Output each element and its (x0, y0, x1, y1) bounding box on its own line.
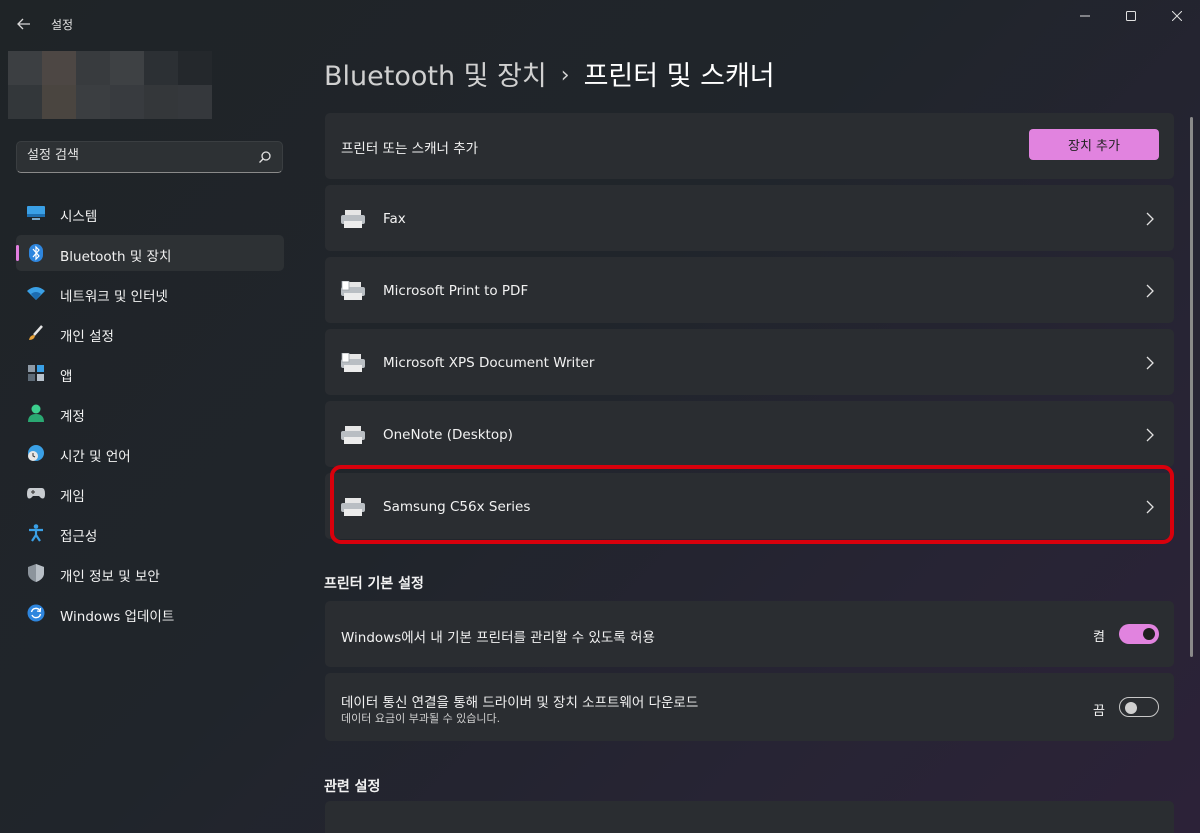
monitor-icon (27, 204, 45, 222)
maximize-button[interactable] (1108, 0, 1154, 32)
apps-icon (27, 364, 45, 382)
account-icon (27, 404, 45, 422)
printer-name: Fax (383, 211, 406, 227)
close-icon (1172, 11, 1182, 21)
brush-icon (27, 324, 45, 342)
printer-icon (341, 426, 365, 444)
sidebar-item-label: Bluetooth 및 장치 (60, 249, 172, 265)
section-title-printer-prefs: 프린터 기본 설정 (324, 576, 424, 592)
sidebar-item-label: 시스템 (60, 209, 98, 225)
sidebar-item-label: 개인 설정 (60, 329, 114, 345)
section-title-related: 관련 설정 (324, 779, 381, 795)
toggle-knob (1143, 628, 1155, 640)
pref-sublabel: 데이터 요금이 부과될 수 있습니다. (341, 712, 501, 725)
sidebar-item-label: 앱 (60, 369, 73, 385)
sidebar-item-label: 계정 (60, 409, 85, 425)
breadcrumb-separator: › (560, 63, 570, 88)
printer-name: Microsoft XPS Document Writer (383, 355, 595, 371)
search-input[interactable] (27, 148, 247, 163)
sidebar-item-network[interactable]: 네트워크 및 인터넷 (16, 275, 284, 311)
sidebar-item-gaming[interactable]: 게임 (16, 475, 284, 511)
minimize-icon (1080, 15, 1090, 17)
bluetooth-icon (27, 244, 45, 262)
chevron-right-icon (1146, 284, 1154, 298)
close-button[interactable] (1154, 0, 1200, 32)
app-title: 설정 (51, 18, 74, 32)
minimize-button[interactable] (1062, 0, 1108, 32)
scrollbar[interactable] (1190, 117, 1193, 657)
chevron-right-icon (1146, 356, 1154, 370)
toggle-knob (1125, 702, 1137, 714)
printer-row-fax[interactable]: Fax (325, 185, 1174, 251)
printer-icon (341, 210, 365, 228)
search-box[interactable] (16, 141, 283, 173)
title-bar: 설정 (0, 0, 1200, 46)
wifi-icon (27, 284, 45, 302)
add-printer-label: 프린터 또는 스캐너 추가 (341, 141, 479, 157)
maximize-icon (1126, 11, 1136, 21)
sidebar-item-label: 게임 (60, 489, 85, 505)
metered-download-toggle[interactable] (1119, 697, 1159, 717)
toggle-state-label: 켬 (1093, 630, 1105, 645)
update-icon (27, 604, 45, 622)
highlight-outline (330, 465, 1174, 544)
sidebar-nav: 시스템 Bluetooth 및 장치 네트워크 및 인터넷 개인 설정 앱 계정… (16, 195, 284, 635)
sidebar-item-system[interactable]: 시스템 (16, 195, 284, 231)
globe-clock-icon (27, 444, 45, 462)
chevron-right-icon (1146, 428, 1154, 442)
sidebar-item-label: 접근성 (60, 529, 98, 545)
accessibility-icon (27, 524, 45, 542)
shield-icon (27, 564, 45, 582)
related-settings-card[interactable] (325, 801, 1174, 833)
sidebar-item-label: Windows 업데이트 (60, 609, 175, 625)
sidebar-item-apps[interactable]: 앱 (16, 355, 284, 391)
printer-name: OneNote (Desktop) (383, 427, 513, 443)
arrow-left-icon (17, 18, 30, 30)
sidebar-item-time-language[interactable]: 시간 및 언어 (16, 435, 284, 471)
sidebar-item-label: 개인 정보 및 보안 (60, 569, 160, 585)
add-device-button[interactable]: 장치 추가 (1029, 129, 1159, 160)
sidebar-item-personalization[interactable]: 개인 설정 (16, 315, 284, 351)
sidebar-item-accounts[interactable]: 계정 (16, 395, 284, 431)
sidebar-item-privacy[interactable]: 개인 정보 및 보안 (16, 555, 284, 591)
pref-row-metered-download: 데이터 통신 연결을 통해 드라이버 및 장치 소프트웨어 다운로드 데이터 요… (325, 673, 1174, 741)
search-icon[interactable] (258, 150, 272, 164)
breadcrumb: Bluetooth 및 장치 › 프린터 및 스캐너 (324, 54, 775, 93)
sidebar-item-accessibility[interactable]: 접근성 (16, 515, 284, 551)
sidebar-item-label: 네트워크 및 인터넷 (60, 289, 168, 305)
breadcrumb-parent[interactable]: Bluetooth 및 장치 (324, 61, 547, 92)
printer-row-print-to-pdf[interactable]: Microsoft Print to PDF (325, 257, 1174, 323)
toggle-state-label: 끔 (1093, 704, 1105, 719)
back-button[interactable] (10, 10, 38, 38)
chevron-right-icon (1146, 212, 1154, 226)
sidebar-item-windows-update[interactable]: Windows 업데이트 (16, 595, 284, 631)
sidebar-item-bluetooth[interactable]: Bluetooth 및 장치 (16, 235, 284, 271)
printer-doc-icon (341, 281, 365, 300)
printer-row-xps-writer[interactable]: Microsoft XPS Document Writer (325, 329, 1174, 395)
user-avatar[interactable] (8, 51, 212, 119)
gamepad-icon (27, 484, 45, 502)
pref-label: 데이터 통신 연결을 통해 드라이버 및 장치 소프트웨어 다운로드 (341, 695, 699, 711)
printer-doc-icon (341, 353, 365, 372)
pref-row-manage-default: Windows에서 내 기본 프린터를 관리할 수 있도록 허용 켬 (325, 601, 1174, 667)
printer-row-onenote[interactable]: OneNote (Desktop) (325, 401, 1174, 467)
sidebar-item-label: 시간 및 언어 (60, 449, 131, 465)
manage-default-toggle[interactable] (1119, 624, 1159, 644)
printer-name: Microsoft Print to PDF (383, 283, 529, 299)
page-title: 프린터 및 스캐너 (583, 61, 775, 92)
pref-label: Windows에서 내 기본 프린터를 관리할 수 있도록 허용 (341, 630, 655, 646)
add-printer-card: 프린터 또는 스캐너 추가 장치 추가 (325, 113, 1174, 179)
